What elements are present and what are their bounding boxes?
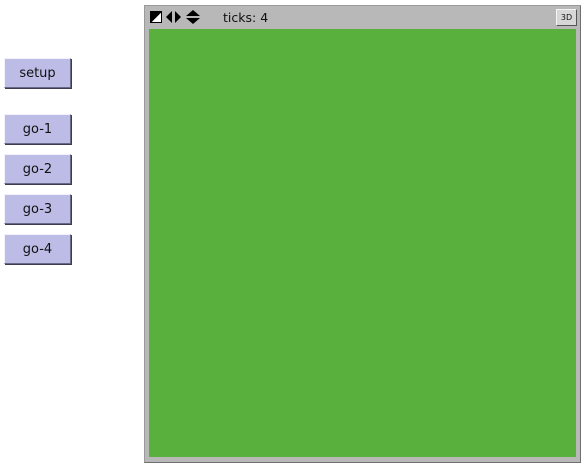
world-canvas[interactable]: [149, 29, 576, 457]
go-3-button[interactable]: go-3: [4, 194, 71, 224]
world-view: ticks: 4 3D: [144, 5, 581, 463]
go-1-button[interactable]: go-1: [4, 114, 71, 144]
ticks-value: 4: [260, 10, 269, 25]
ticks-label: ticks:: [223, 10, 261, 25]
netlogo-interface: setup go-1 go-2 go-3 go-4 ticks: 4 3D: [0, 0, 585, 467]
view-toolbar: ticks: 4 3D: [145, 6, 580, 29]
3d-view-button-label: 3D: [560, 13, 573, 22]
go-1-button-label: go-1: [22, 121, 53, 137]
go-4-button-label: go-4: [22, 241, 53, 257]
shape-toggle-icon[interactable]: [150, 11, 162, 23]
horizontal-arrows-icon[interactable]: [166, 11, 181, 23]
ticks-counter: ticks: 4: [223, 10, 268, 25]
go-2-button[interactable]: go-2: [4, 154, 71, 184]
setup-button-label: setup: [19, 65, 56, 81]
go-3-button-label: go-3: [22, 201, 53, 217]
go-4-button[interactable]: go-4: [4, 234, 71, 264]
vertical-arrows-icon[interactable]: [186, 10, 200, 24]
3d-view-button[interactable]: 3D: [556, 9, 577, 26]
go-2-button-label: go-2: [22, 161, 53, 177]
setup-button[interactable]: setup: [4, 58, 71, 88]
